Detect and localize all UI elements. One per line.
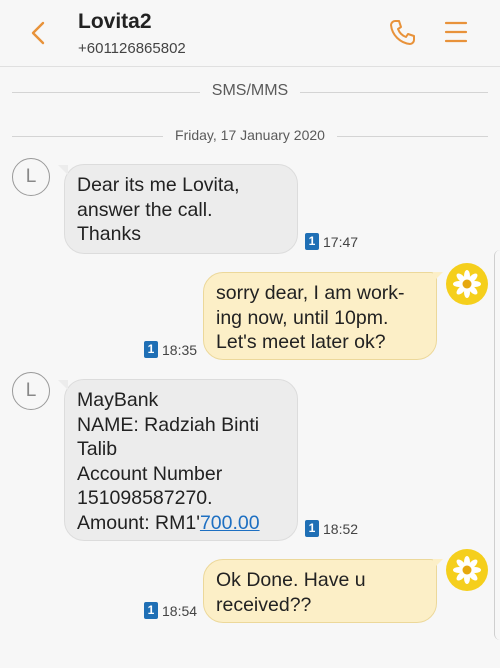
message-line: Ok Done. Have u xyxy=(216,569,366,591)
message-line: received?? xyxy=(216,593,312,616)
message-line: ing now, until 10pm. xyxy=(216,306,389,329)
contact-avatar[interactable]: L xyxy=(12,372,50,410)
conversation-header: Lovita2 +601126865802 xyxy=(0,0,500,67)
contact-name: Lovita2 xyxy=(78,10,152,33)
date-label-text: Friday, 17 January 2020 xyxy=(163,127,337,143)
message-line: Thanks xyxy=(77,223,141,245)
message-meta: 1 18:54 xyxy=(144,602,197,619)
scroll-handle[interactable] xyxy=(494,250,500,640)
message-meta: 1 18:52 xyxy=(305,520,358,537)
back-button[interactable] xyxy=(22,16,56,50)
message-line: sorry dear, I am work- xyxy=(216,282,405,304)
outgoing-message-bubble[interactable]: sorry dear, I am work- ing now, until 10… xyxy=(203,272,443,360)
sim-card-icon: 1 xyxy=(144,341,158,358)
daisy-icon xyxy=(453,556,481,584)
contact-avatar[interactable]: L xyxy=(12,158,50,196)
contact-phone-number: +601126865802 xyxy=(78,40,186,57)
outgoing-message-bubble[interactable]: Ok Done. Have u received?? xyxy=(203,559,443,623)
message-meta: 1 18:35 xyxy=(144,341,197,358)
message-line: Amount: RM1'700.00 xyxy=(77,511,285,536)
channel-label: SMS/MMS xyxy=(0,82,500,100)
message-time: 18:52 xyxy=(323,520,359,537)
message-line: Dear its me Lovita, xyxy=(77,174,240,196)
incoming-message-bubble[interactable]: MayBank NAME: Radziah Binti Talib Accoun… xyxy=(58,379,298,541)
message-meta: 1 17:47 xyxy=(305,233,358,250)
amount-link[interactable]: 700.00 xyxy=(200,512,260,534)
sim-card-icon: 1 xyxy=(305,520,319,537)
my-avatar[interactable] xyxy=(446,263,488,305)
my-avatar[interactable] xyxy=(446,549,488,591)
message-time: 17:47 xyxy=(323,233,359,250)
daisy-icon xyxy=(453,270,481,298)
message-line: Account Number xyxy=(77,462,223,485)
menu-icon xyxy=(444,21,468,43)
message-line: answer the call. xyxy=(77,198,213,221)
message-line: MayBank xyxy=(77,389,159,411)
sim-card-icon: 1 xyxy=(144,602,158,619)
sim-card-icon: 1 xyxy=(305,233,319,250)
phone-icon xyxy=(390,20,415,45)
message-line: 151098587270. xyxy=(77,487,213,509)
message-line: Let's meet later ok? xyxy=(216,331,386,353)
call-button[interactable] xyxy=(386,16,418,48)
channel-label-text: SMS/MMS xyxy=(199,82,301,99)
more-options-button[interactable] xyxy=(440,16,472,48)
message-time: 18:35 xyxy=(162,341,198,358)
chevron-left-icon xyxy=(31,21,45,45)
message-line: NAME: Radziah Binti xyxy=(77,413,260,436)
amount-text: Amount: RM1' xyxy=(77,511,200,534)
message-line: Talib xyxy=(77,438,118,460)
incoming-message-bubble[interactable]: Dear its me Lovita, answer the call. Tha… xyxy=(58,164,298,254)
date-label: Friday, 17 January 2020 xyxy=(0,127,500,143)
message-time: 18:54 xyxy=(162,602,198,619)
